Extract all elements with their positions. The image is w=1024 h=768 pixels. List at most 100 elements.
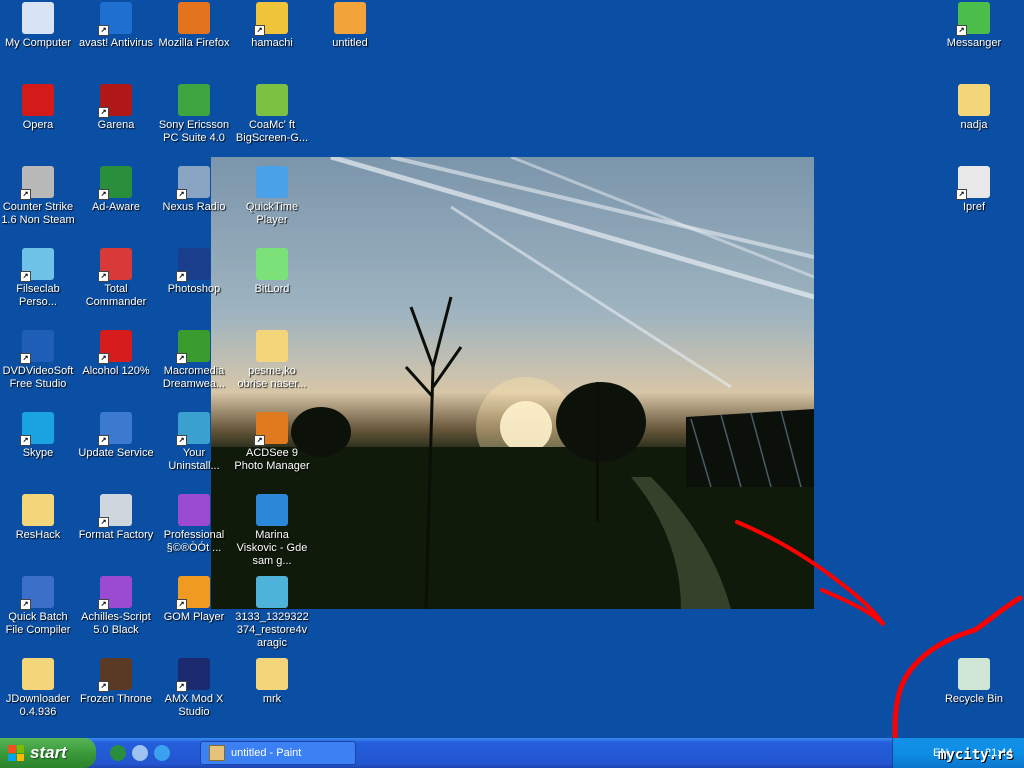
ad-aware-quicklaunch-icon[interactable] — [110, 745, 126, 761]
shortcut-arrow-icon: ↗ — [176, 353, 187, 364]
desktop-icon[interactable]: pesme,ko obrise naser... — [234, 330, 310, 391]
desktop-icon[interactable]: 3133_1329322 374_restore4v aragic — [234, 576, 310, 650]
desktop-icon[interactable]: ↗ Format Factory — [78, 494, 154, 542]
shortcut-arrow-icon: ↗ — [98, 435, 109, 446]
desktop-icon[interactable]: Marina Viskovic - Gde sam g... — [234, 494, 310, 568]
desktop-icon-label: QuickTime Player — [245, 201, 299, 226]
quicktime-icon — [256, 166, 288, 198]
shortcut-arrow-icon: ↗ — [98, 189, 109, 200]
task-button-label: untitled - Paint — [231, 747, 302, 759]
desktop-icon[interactable]: ↗ Photoshop — [156, 248, 232, 296]
desktop-icon-label: Sony Ericsson PC Suite 4.0 — [158, 119, 230, 144]
desktop-icon[interactable]: ↗ Nexus Radio — [156, 166, 232, 214]
desktop-icon-label: mrk — [262, 693, 282, 705]
desktop-icon-label: Update Service — [78, 447, 154, 459]
desktop-icon[interactable]: Mozilla Firefox — [156, 2, 232, 50]
amx-mod-icon: ↗ — [176, 658, 210, 692]
achilles-icon: ↗ — [98, 576, 132, 610]
desktop-icon-label: Skype — [22, 447, 54, 459]
media-player-icon — [256, 494, 288, 526]
desktop-icon-label: Ipref — [962, 201, 985, 213]
frozen-throne-icon: ↗ — [98, 658, 132, 692]
desktop-icon[interactable]: ↗ Skype — [0, 412, 76, 460]
filseclab-icon: ↗ — [20, 248, 54, 282]
desktop-icon[interactable]: ↗ Macromedia Dreamwea... — [156, 330, 232, 391]
folder-icon — [256, 330, 288, 362]
desktop-icon[interactable]: ↗ Garena — [78, 84, 154, 132]
desktop-icon[interactable]: ↗ ACDSee 9 Photo Manager — [234, 412, 310, 473]
desktop-icon[interactable]: ↗ Quick Batch File Compiler — [0, 576, 76, 637]
desktop-icon-label: 3133_1329322 374_restore4v aragic — [235, 611, 309, 649]
desktop-icon[interactable]: ↗ Filseclab Perso... — [0, 248, 76, 309]
desktop-icon[interactable]: mrk — [234, 658, 310, 706]
desktop-icon[interactable]: ↗ Messanger — [936, 2, 1012, 50]
desktop-icon-label: ACDSee 9 Photo Manager — [234, 447, 310, 472]
shortcut-arrow-icon: ↗ — [20, 435, 31, 446]
total-commander-icon: ↗ — [98, 248, 132, 282]
desktop-icon[interactable]: QuickTime Player — [234, 166, 310, 227]
ipref-icon: ↗ — [956, 166, 990, 200]
desktop-icon[interactable]: BitLord — [234, 248, 310, 296]
desktop-icon[interactable]: My Computer — [0, 2, 76, 50]
desktop-icon[interactable]: ↗ GOM Player — [156, 576, 232, 624]
skype-icon: ↗ — [20, 412, 54, 446]
desktop-icon[interactable]: Opera — [0, 84, 76, 132]
desktop-icon[interactable]: ↗ Update Service — [78, 412, 154, 460]
desktop-icon[interactable]: ↗ Ipref — [936, 166, 1012, 214]
desktop-icon[interactable]: Recycle Bin — [936, 658, 1012, 706]
desktop-icon[interactable]: Sony Ericsson PC Suite 4.0 — [156, 84, 232, 145]
desktop-icon-label: Garena — [97, 119, 135, 131]
desktop-icon[interactable]: JDownloader 0.4.936 — [0, 658, 76, 719]
shortcut-arrow-icon: ↗ — [176, 681, 187, 692]
desktop-icon-label: pesme,ko obrise naser... — [237, 365, 307, 390]
shortcut-arrow-icon: ↗ — [20, 189, 31, 200]
folder-icon — [958, 84, 990, 116]
desktop-icon[interactable]: ↗ Frozen Throne — [78, 658, 154, 706]
shortcut-arrow-icon: ↗ — [98, 681, 109, 692]
shortcut-arrow-icon: ↗ — [98, 353, 109, 364]
desktop-icon[interactable]: ↗ AMX Mod X Studio — [156, 658, 232, 719]
desktop-icon[interactable]: ↗ DVDVideoSoft Free Studio — [0, 330, 76, 391]
desktop-icon[interactable]: ↗ hamachi — [234, 2, 310, 50]
desktop-icon-label: Quick Batch File Compiler — [5, 611, 71, 636]
desktop-icon-label: Macromedia Dreamwea... — [162, 365, 226, 390]
folder-icon — [22, 494, 54, 526]
show-desktop-icon[interactable] — [132, 745, 148, 761]
desktop-icon-label: CoaMc' ft BigScreen-G... — [235, 119, 309, 144]
desktop-icon-label: Photoshop — [167, 283, 221, 295]
desktop-icon-label: BitLord — [254, 283, 290, 295]
desktop-icon[interactable]: ↗ Total Commander — [78, 248, 154, 309]
desktop-icon[interactable]: ↗ Achilles-Script 5.0 Black — [78, 576, 154, 637]
archive-icon — [256, 576, 288, 608]
dreamweaver-icon: ↗ — [176, 330, 210, 364]
desktop-icon[interactable]: ↗ Your Uninstall... — [156, 412, 232, 473]
desktop-icon-label: Your Uninstall... — [168, 447, 220, 472]
desktop-icon[interactable]: ↗ Ad-Aware — [78, 166, 154, 214]
desktop-icon[interactable]: ↗ Counter Strike 1.6 Non Steam — [0, 166, 76, 227]
desktop-icon[interactable]: nadja — [936, 84, 1012, 132]
internet-explorer-icon[interactable] — [154, 745, 170, 761]
desktop-icon[interactable]: ↗ avast! Antivirus — [78, 2, 154, 50]
desktop-icon-label: GOM Player — [163, 611, 225, 623]
shortcut-arrow-icon: ↗ — [956, 189, 967, 200]
desktop-icon[interactable]: untitled — [312, 2, 388, 50]
desktop-icon[interactable]: ResHack — [0, 494, 76, 542]
jpg-file-icon — [334, 2, 366, 34]
shortcut-arrow-icon: ↗ — [176, 599, 187, 610]
desktop-icon-label: ResHack — [15, 529, 61, 541]
shortcut-arrow-icon: ↗ — [176, 189, 187, 200]
desktop-icon-label: Opera — [22, 119, 54, 131]
taskbar: start untitled - Paint EN 21:44 — [0, 738, 1024, 768]
desktop-icon[interactable]: Professional §©®ÒÓt ... — [156, 494, 232, 555]
your-uninstaller-icon: ↗ — [176, 412, 210, 446]
start-button[interactable]: start — [0, 738, 96, 768]
desktop-icon-label: AMX Mod X Studio — [164, 693, 224, 718]
desktop-icon[interactable]: ↗ Alcohol 120% — [78, 330, 154, 378]
folder-icon — [22, 658, 54, 690]
gom-player-icon: ↗ — [176, 576, 210, 610]
desktop-icon[interactable]: CoaMc' ft BigScreen-G... — [234, 84, 310, 145]
bitlord-icon — [256, 248, 288, 280]
shortcut-arrow-icon: ↗ — [98, 25, 109, 36]
taskbar-button-paint[interactable]: untitled - Paint — [200, 741, 356, 765]
nexus-radio-icon: ↗ — [176, 166, 210, 200]
